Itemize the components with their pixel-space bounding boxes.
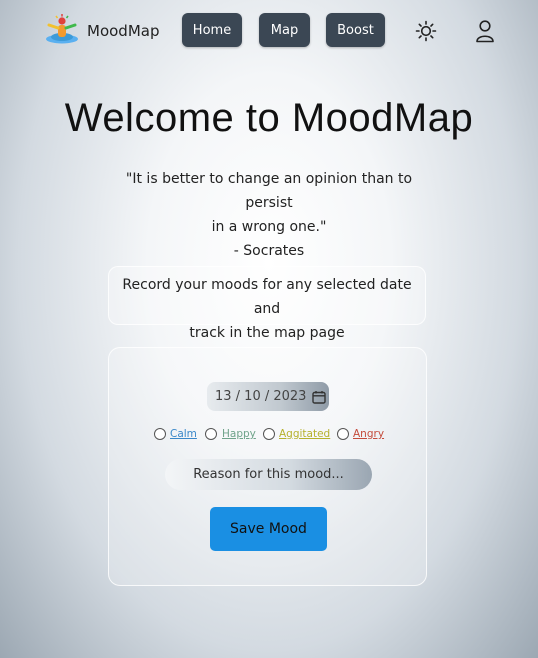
mood-label-calm[interactable]: Calm	[170, 428, 197, 440]
quote-line-2: in a wrong one."	[211, 219, 327, 235]
quote-line-1: "It is better to change an opinion than …	[125, 171, 413, 211]
brand[interactable]: MoodMap	[42, 13, 160, 49]
info-box: Record your moods for any selected date …	[108, 266, 426, 341]
save-mood-button[interactable]: Save Mood	[210, 507, 327, 551]
mood-radio-angry[interactable]	[337, 428, 349, 440]
meditation-logo-icon	[42, 13, 82, 49]
date-input[interactable]: 13 / 10 / 2023	[207, 382, 329, 411]
mood-label-happy[interactable]: Happy	[222, 428, 256, 440]
quote: "It is better to change an opinion than …	[105, 167, 433, 263]
mood-label-angry[interactable]: Angry	[353, 428, 384, 440]
mood-radio-aggitated[interactable]	[263, 428, 275, 440]
quote-author: - Socrates	[233, 243, 305, 259]
sun-icon[interactable]	[413, 18, 439, 44]
navbar: MoodMap Home Map Boost	[0, 0, 538, 64]
info-line-1: Record your moods for any selected date …	[122, 277, 412, 317]
page-title: Welcome to MoodMap	[64, 96, 474, 140]
brand-name: MoodMap	[87, 22, 160, 40]
nav-home-button[interactable]: Home	[182, 13, 242, 47]
nav-map-button[interactable]: Map	[259, 13, 310, 47]
mood-label-aggitated[interactable]: Aggitated	[279, 428, 330, 440]
mood-radio-calm[interactable]	[154, 428, 166, 440]
nav-boost-button[interactable]: Boost	[326, 13, 385, 47]
user-icon[interactable]	[472, 18, 498, 44]
mood-radio-happy[interactable]	[205, 428, 217, 440]
calendar-icon[interactable]	[312, 390, 327, 404]
info-line-2: track in the map page	[189, 325, 345, 341]
date-value: 13 / 10 / 2023	[215, 389, 307, 404]
reason-input[interactable]: Reason for this mood...	[165, 459, 372, 490]
mood-options: Calm Happy Aggitated Angry	[152, 426, 392, 446]
reason-placeholder: Reason for this mood...	[193, 467, 344, 482]
